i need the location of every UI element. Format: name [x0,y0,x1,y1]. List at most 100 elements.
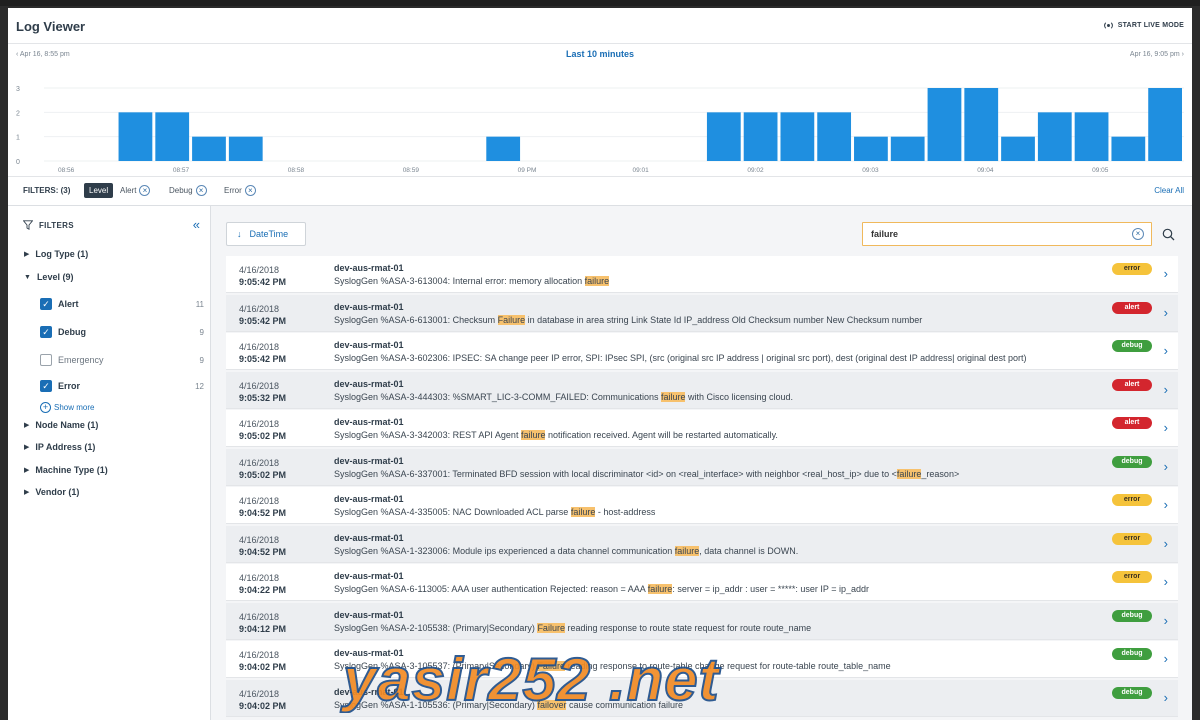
range-label[interactable]: Last 10 minutes [8,49,1192,59]
chevron-right-icon[interactable]: › [1164,460,1168,473]
chevron-right-icon[interactable]: › [1164,344,1168,357]
filter-group-log-type[interactable]: ▶ Log Type (1) [24,249,88,259]
histogram-bar[interactable] [854,136,888,161]
table-row[interactable]: 4/16/2018 9:05:42 PM dev-aus-rmat-01 Syslog… [226,333,1178,370]
chevron-right-icon[interactable]: › [1164,421,1168,434]
filter-chip-label: Debug [169,186,193,195]
table-row[interactable]: 4/16/2018 9:05:02 PM dev-aus-rmat-01 Syslog… [226,410,1178,447]
histogram-bar[interactable] [706,112,741,161]
x-tick-label: 09 PM [518,167,537,174]
x-tick-label: 08:57 [173,167,190,174]
histogram-bar[interactable] [192,136,226,161]
caret-right-icon: ▶ [24,251,30,258]
caret-down-icon: ▼ [24,273,31,281]
message-text: , data channel is DOWN. [699,545,799,556]
row-host: dev-aus-rmat-01 [334,263,404,273]
table-row[interactable]: 4/16/2018 9:05:42 PM dev-aus-rmat-01 Syslog… [226,294,1178,332]
row-date: 4/16/2018 [239,650,280,660]
histogram-bar[interactable] [486,136,521,161]
chevron-right-icon[interactable]: › [1164,383,1168,396]
histogram-bar[interactable] [1111,136,1146,161]
filter-group-ip-address[interactable]: ▶ IP Address (1) [24,442,95,452]
histogram-bar[interactable] [1074,112,1109,161]
row-time: 9:04:02 PM [239,662,287,672]
sidebar-header: FILTERS [23,220,74,230]
remove-chip-icon[interactable]: × [195,185,207,196]
chevron-right-icon[interactable]: › [1164,537,1168,550]
emergency-checkbox[interactable] [40,354,52,366]
filter-chip-label: Error [224,186,242,195]
table-row[interactable]: 4/16/2018 9:04:22 PM dev-aus-rmat-01 Syslog… [226,564,1178,601]
filter-group-machine-type[interactable]: ▶ Machine Type (1) [24,465,108,475]
clear-all-link[interactable]: Clear All [1154,186,1184,195]
filter-group-level[interactable]: ▼ Level (9) [24,272,73,282]
histogram-bar[interactable] [1148,88,1182,161]
chevron-right-icon[interactable]: › [1164,614,1168,627]
chevron-right-icon: › [1179,51,1184,58]
filter-group-node-name[interactable]: ▶ Node Name (1) [24,420,98,430]
histogram-bar[interactable] [927,88,962,161]
sort-datetime-button[interactable]: ↓ DateTime [226,222,306,246]
remove-chip-icon[interactable]: × [139,185,151,196]
histogram-bar[interactable] [964,88,999,161]
message-text: notification received. Agent will be res… [545,430,778,440]
level-option-alert: ✓ Alert 11 [40,296,204,312]
option-count: 11 [195,299,204,309]
clear-search-icon[interactable]: × [1132,228,1144,240]
row-message: SyslogGen %ASA-6-113005: AAA user authen… [334,584,869,594]
search-highlight: Failure [497,314,526,325]
x-tick-label: 09:01 [633,167,650,174]
row-message: SyslogGen %ASA-4-335005: NAC Downloaded … [334,507,655,517]
message-text: SyslogGen %ASA-3-602306: IPSEC: SA chang… [334,353,1027,363]
level-badge: error [1112,571,1152,583]
histogram-bar[interactable] [1037,112,1072,161]
chevron-right-icon[interactable]: › [1164,267,1168,280]
filter-group-label: Machine Type (1) [35,465,108,475]
row-host: dev-aus-rmat-01 [334,340,404,350]
histogram-bar[interactable] [118,112,153,161]
range-end[interactable]: Apr 16, 9:05 pm › [1130,51,1184,58]
chevron-right-icon[interactable]: › [1164,691,1168,704]
histogram-bar[interactable] [1001,136,1035,161]
histogram-bar[interactable] [743,112,778,161]
row-date: 4/16/2018 [239,419,280,429]
row-date: 4/16/2018 [239,265,280,275]
table-row[interactable]: 4/16/2018 9:04:52 PM dev-aus-rmat-01 Syslog… [226,487,1178,524]
search-highlight: failure [584,276,610,286]
histogram-bar[interactable] [228,136,263,161]
row-host: dev-aus-rmat-01 [334,494,404,504]
table-row[interactable]: 4/16/2018 9:04:12 PM dev-aus-rmat-01 Syslog… [226,602,1178,640]
chevron-right-icon[interactable]: › [1164,575,1168,588]
row-date: 4/16/2018 [239,573,280,583]
debug-checkbox[interactable]: ✓ [40,326,52,338]
histogram-bar[interactable] [780,112,815,161]
row-time: 9:04:02 PM [239,700,287,711]
table-row[interactable]: 4/16/2018 9:05:42 PM dev-aus-rmat-01 Syslog… [226,256,1178,293]
filter-group-vendor[interactable]: ▶ Vendor (1) [24,487,79,497]
chevron-right-icon[interactable]: › [1164,652,1168,665]
level-badge: debug [1112,455,1152,468]
show-more-link[interactable]: + Show more [40,402,94,413]
histogram-bar[interactable] [890,136,925,161]
table-row[interactable]: 4/16/2018 9:05:32 PM dev-aus-rmat-01 Syslog… [226,371,1178,409]
row-date: 4/16/2018 [239,688,280,699]
table-row[interactable]: 4/16/2018 9:04:52 PM dev-aus-rmat-01 Syslog… [226,525,1178,563]
search-input[interactable] [863,223,1123,245]
collapse-sidebar-icon[interactable]: « [193,217,200,232]
histogram-bar[interactable] [817,112,852,161]
search-button[interactable] [1156,222,1180,246]
start-live-mode-button[interactable]: START LIVE MODE [1103,20,1184,31]
chevron-right-icon[interactable]: › [1164,498,1168,511]
row-message: SyslogGen %ASA-2-105538: (Primary|Second… [334,622,811,633]
chevron-right-icon[interactable]: › [1164,306,1168,319]
message-text: SyslogGen %ASA-4-335005: NAC Downloaded … [334,507,571,517]
search-highlight: failure [896,468,922,479]
message-text: _reason> [921,468,960,479]
alert-checkbox[interactable]: ✓ [40,298,52,310]
error-checkbox[interactable]: ✓ [40,380,52,392]
remove-chip-icon[interactable]: × [244,185,256,196]
filter-group-chip[interactable]: Level [84,183,114,198]
histogram-chart: 3 2 1 0 08:56 08:57 08:58 08:59 09 PM 09:01 09:02 0… [8,66,1192,176]
table-row[interactable]: 4/16/2018 9:05:02 PM dev-aus-rmat-01 Syslog… [226,448,1178,486]
histogram-bar[interactable] [155,112,190,161]
